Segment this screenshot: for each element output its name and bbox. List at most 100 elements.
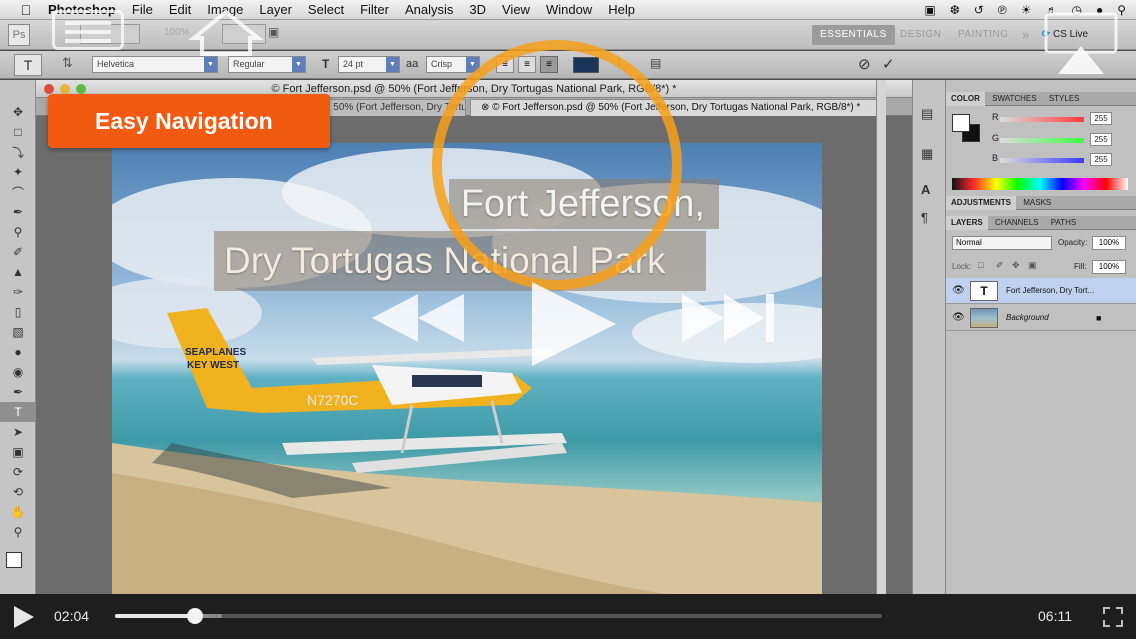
stamp-tool-icon[interactable]: ▲ <box>0 262 36 282</box>
play-icon[interactable] <box>526 278 618 370</box>
font-family-select[interactable]: Helvetica ▼ <box>92 56 218 73</box>
document-scrollbar[interactable] <box>876 80 886 595</box>
layer-row-text[interactable]: 👁 T Fort Jefferson, Dry Tort... <box>946 278 1136 304</box>
menu-view[interactable]: View <box>494 2 538 17</box>
character-panel-icon[interactable]: ▤ <box>650 56 661 70</box>
zoom-tool-icon[interactable]: ⚲ <box>0 522 36 542</box>
gradient-tool-icon[interactable]: ▧ <box>0 322 36 342</box>
brush-tool-icon[interactable]: ✐ <box>0 242 36 262</box>
menu-file[interactable]: File <box>124 2 161 17</box>
tab-layers[interactable]: LAYERS <box>946 216 988 230</box>
cancel-icon[interactable]: ⊘ <box>858 55 871 73</box>
history-icon[interactable]: ▦ <box>921 146 933 162</box>
character-icon[interactable]: A <box>921 182 930 197</box>
marquee-tool-icon[interactable]: □ <box>0 122 36 142</box>
menu-window[interactable]: Window <box>538 2 600 17</box>
eye-icon[interactable]: 👁 <box>952 305 965 331</box>
apple-menu-icon[interactable]:  <box>14 2 38 18</box>
font-style-select[interactable]: Regular ▼ <box>228 56 306 73</box>
rewind-icon[interactable] <box>368 292 468 344</box>
tab-color[interactable]: COLOR <box>946 92 985 106</box>
tab-swatches[interactable]: SWATCHES <box>987 92 1041 106</box>
minimize-window-icon[interactable] <box>60 84 70 94</box>
red-value[interactable]: 255 <box>1090 112 1112 125</box>
airplay-overlay-icon[interactable] <box>1042 12 1120 78</box>
fast-forward-icon[interactable] <box>678 292 778 344</box>
red-slider[interactable]: R 255 <box>992 112 1132 126</box>
scrub-handle[interactable] <box>186 608 203 624</box>
blur-tool-icon[interactable]: ● <box>0 342 36 362</box>
color-spectrum[interactable] <box>952 178 1128 190</box>
blue-value[interactable]: 255 <box>1090 153 1112 166</box>
dodge-tool-icon[interactable]: ◉ <box>0 362 36 382</box>
tab-styles[interactable]: STYLES <box>1044 92 1085 106</box>
type-tool-icon[interactable]: T <box>0 402 36 422</box>
panel-foreground-color[interactable] <box>952 114 970 132</box>
tab-paths[interactable]: PATHS <box>1046 216 1081 230</box>
eye-icon[interactable]: 👁 <box>952 278 965 304</box>
close-window-icon[interactable] <box>44 84 54 94</box>
quick-select-tool-icon[interactable]: ✦ <box>0 162 36 182</box>
history-brush-icon[interactable]: ✑ <box>0 282 36 302</box>
workspace-essentials[interactable]: ESSENTIALS <box>812 25 895 45</box>
tab-masks[interactable]: MASKS <box>1018 196 1056 210</box>
shape-tool-icon[interactable]: ▣ <box>0 442 36 462</box>
opacity-field[interactable]: 100% <box>1092 236 1126 250</box>
green-value[interactable]: 255 <box>1090 133 1112 146</box>
blue-slider[interactable]: B 255 <box>992 153 1132 167</box>
camera-icon[interactable]: ▣ <box>924 3 935 17</box>
color-swatches[interactable] <box>0 542 35 582</box>
3d-rotate-tool-icon[interactable]: ⟳ <box>0 462 36 482</box>
3d-orbit-tool-icon[interactable]: ⟲ <box>0 482 36 502</box>
paragraph-icon[interactable]: ¶ <box>921 210 928 225</box>
move-tool-icon[interactable]: ✥ <box>0 102 36 122</box>
fullscreen-icon[interactable] <box>1102 606 1124 628</box>
script-icon[interactable]: ❆ <box>950 3 960 17</box>
wifi-icon[interactable]: ☀ <box>1021 3 1032 17</box>
fill-field[interactable]: 100% <box>1092 260 1126 274</box>
tab-channels[interactable]: CHANNELS <box>990 216 1044 230</box>
screen-mode-icon[interactable]: ▣ <box>268 25 279 39</box>
menu-select[interactable]: Select <box>300 2 352 17</box>
layer-row-background[interactable]: 👁 Background ■ <box>946 305 1136 331</box>
menu-overlay-icon[interactable] <box>52 10 124 50</box>
text-orientation-icon[interactable]: ⇅ <box>62 55 73 71</box>
menu-3d[interactable]: 3D <box>461 2 494 17</box>
eyedropper-tool-icon[interactable]: ✒ <box>0 202 36 222</box>
workspace-painting[interactable]: PAINTING <box>958 25 1008 45</box>
player-play-icon[interactable] <box>12 604 36 630</box>
path-select-tool-icon[interactable]: ➤ <box>0 422 36 442</box>
antialias-select[interactable]: Crisp ▼ <box>426 56 480 73</box>
menu-help[interactable]: Help <box>600 2 643 17</box>
lock-transparency-icon[interactable]: □ <box>978 260 983 270</box>
hand-tool-icon[interactable]: ✋ <box>0 502 36 522</box>
tool-preset-picker[interactable]: T <box>14 54 42 76</box>
zoom-window-icon[interactable] <box>76 84 86 94</box>
home-overlay-icon[interactable] <box>186 8 266 58</box>
foreground-color[interactable] <box>6 552 22 568</box>
blue-gradient-bar[interactable] <box>1000 158 1084 163</box>
lock-all-icon[interactable]: ▣ <box>1028 260 1037 271</box>
green-gradient-bar[interactable] <box>1000 138 1084 143</box>
mini-bridge-icon[interactable]: ▤ <box>921 106 933 122</box>
blend-mode-select[interactable]: Normal <box>952 236 1052 250</box>
tab-adjustments[interactable]: ADJUSTMENTS <box>946 196 1017 210</box>
crop-tool-icon[interactable]: ⌒ <box>0 182 36 202</box>
red-gradient-bar[interactable] <box>1000 117 1084 122</box>
lock-image-icon[interactable]: ✐ <box>996 260 1004 271</box>
eraser-tool-icon[interactable]: ▯ <box>0 302 36 322</box>
lasso-tool-icon[interactable]: ⤵ <box>0 142 36 162</box>
healing-tool-icon[interactable]: ⚲ <box>0 222 36 242</box>
more-workspaces-icon[interactable]: » <box>1022 25 1030 45</box>
scrub-bar[interactable] <box>115 608 882 624</box>
font-size-select[interactable]: 24 pt ▼ <box>338 56 400 73</box>
menu-analysis[interactable]: Analysis <box>397 2 461 17</box>
lock-position-icon[interactable]: ✥ <box>1012 260 1020 271</box>
bluetooth-icon[interactable]: ℗ <box>998 3 1007 17</box>
workspace-design[interactable]: DESIGN <box>900 25 941 45</box>
commit-icon[interactable]: ✓ <box>882 55 895 73</box>
green-slider[interactable]: G 255 <box>992 133 1132 147</box>
pen-tool-icon[interactable]: ✒ <box>0 382 36 402</box>
menu-filter[interactable]: Filter <box>352 2 397 17</box>
time-machine-icon[interactable]: ↺ <box>974 3 984 17</box>
